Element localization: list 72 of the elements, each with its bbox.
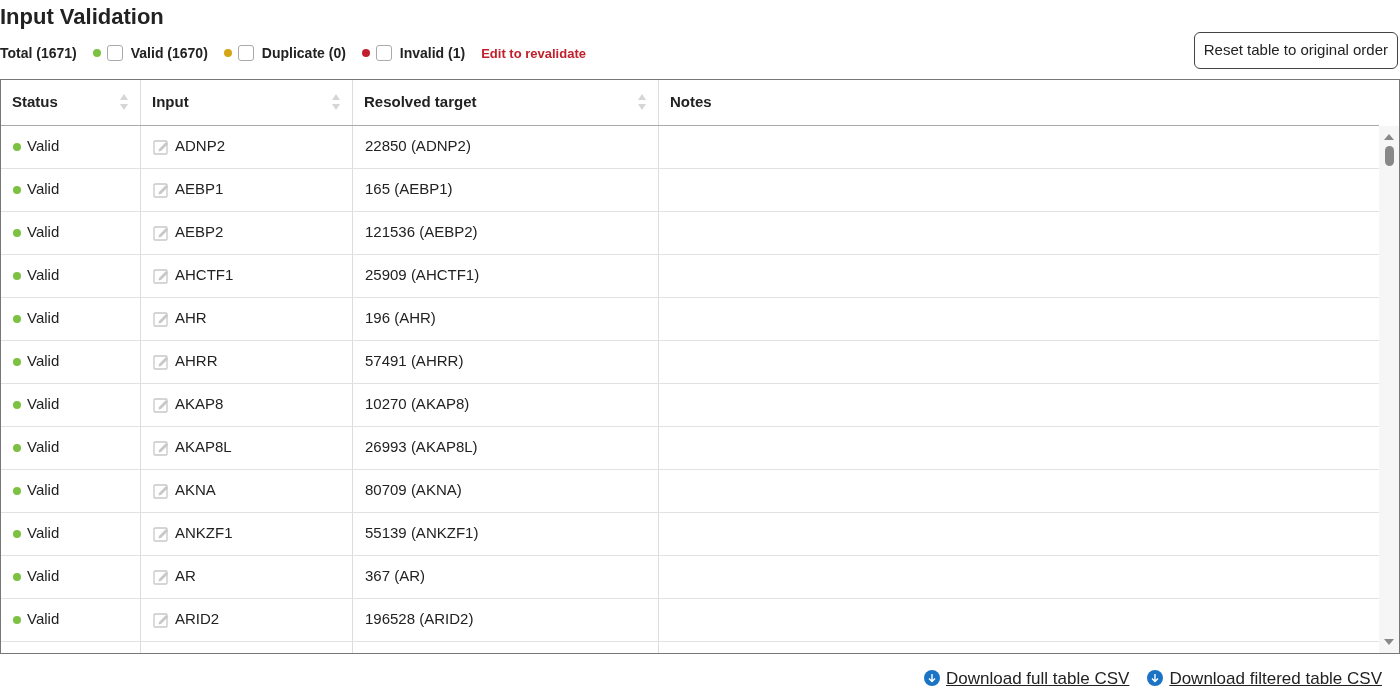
target-cell-text: 121536 (AEBP2) — [365, 222, 478, 243]
pencil-icon[interactable] — [153, 482, 169, 499]
input-cell-text: ARID2 — [175, 609, 220, 630]
status-text: Valid — [27, 265, 60, 286]
pencil-icon[interactable] — [153, 439, 169, 456]
total-count: Total (1671) — [0, 43, 77, 63]
pencil-icon[interactable] — [153, 568, 169, 585]
column-header[interactable]: Resolved target — [353, 79, 659, 125]
status-text: Valid — [27, 179, 60, 200]
revalidate-hint: Edit to revalidate — [481, 44, 586, 63]
target-cell-text: 55139 (ANKZF1) — [365, 523, 479, 544]
filter-label: Invalid (1) — [399, 43, 466, 63]
pencil-icon[interactable] — [153, 525, 169, 542]
reset-order-button[interactable]: Reset table to original order — [1193, 32, 1398, 69]
pencil-icon[interactable] — [153, 138, 169, 155]
target-cell-text: 367 (AR) — [365, 566, 426, 587]
download-icon — [924, 670, 941, 687]
pencil-icon[interactable] — [153, 181, 169, 198]
sort-icon[interactable] — [331, 93, 341, 111]
sort-icon[interactable] — [637, 93, 647, 111]
input-cell-text: AHR — [175, 308, 207, 329]
pencil-icon[interactable] — [153, 310, 169, 327]
input-cell-text: AKNA — [175, 480, 216, 501]
status-text: Valid — [27, 394, 60, 415]
status-text: Valid — [27, 609, 60, 630]
status-text: Valid — [27, 222, 60, 243]
input-cell-text: ADNP2 — [175, 136, 226, 157]
input-cell-text: AKAP8 — [175, 394, 224, 415]
pencil-icon[interactable] — [153, 353, 169, 370]
column-header[interactable]: Input — [141, 79, 353, 125]
input-cell-text: AHCTF1 — [175, 265, 234, 286]
download-link[interactable]: Download filtered table CSV — [1169, 665, 1382, 691]
status-text: Valid — [27, 523, 60, 544]
page-title: Input Validation — [0, 6, 164, 28]
status-text: Valid — [27, 136, 60, 157]
target-cell-text: 165 (AEBP1) — [365, 179, 453, 200]
filter-label: Valid (1670) — [130, 43, 208, 63]
column-header[interactable]: Status — [1, 79, 141, 125]
target-cell-text: 196528 (ARID2) — [365, 609, 474, 630]
download-icon — [1147, 670, 1164, 687]
column-header[interactable]: Notes — [659, 79, 1379, 125]
target-cell-text: 25909 (AHCTF1) — [365, 265, 480, 286]
scroll-down-icon[interactable] — [1384, 638, 1394, 645]
target-cell-text: 196 (AHR) — [365, 308, 436, 329]
status-text: Valid — [27, 308, 60, 329]
filter-checkbox[interactable] — [106, 45, 123, 62]
filter-checkbox[interactable] — [375, 45, 392, 62]
input-cell-text: AEBP1 — [175, 179, 224, 200]
input-cell-text: AEBP2 — [175, 222, 224, 243]
target-cell-text: 57491 (AHRR) — [365, 351, 464, 372]
filter-label: Duplicate (0) — [261, 43, 346, 63]
target-cell-text: 80709 (AKNA) — [365, 480, 462, 501]
input-cell-text: AHRR — [175, 351, 218, 372]
status-text: Valid — [27, 437, 60, 458]
target-cell-text: 26993 (AKAP8L) — [365, 437, 478, 458]
scroll-up-icon[interactable] — [1384, 133, 1394, 140]
status-text: Valid — [27, 480, 60, 501]
input-cell-text: ANKZF1 — [175, 523, 233, 544]
input-cell-text: AR — [175, 566, 196, 587]
target-cell-text: 22850 (ADNP2) — [365, 136, 471, 157]
pencil-icon[interactable] — [153, 224, 169, 241]
target-cell-text: 10270 (AKAP8) — [365, 394, 470, 415]
scrollbar-thumb[interactable] — [1384, 145, 1394, 166]
download-link[interactable]: Download full table CSV — [946, 665, 1130, 691]
pencil-icon[interactable] — [153, 396, 169, 413]
pencil-icon[interactable] — [153, 267, 169, 284]
filter-checkbox[interactable] — [237, 45, 254, 62]
pencil-icon[interactable] — [153, 611, 169, 628]
status-text: Valid — [27, 566, 60, 587]
sort-icon[interactable] — [119, 93, 129, 111]
input-cell-text: AKAP8L — [175, 437, 232, 458]
status-text: Valid — [27, 351, 60, 372]
